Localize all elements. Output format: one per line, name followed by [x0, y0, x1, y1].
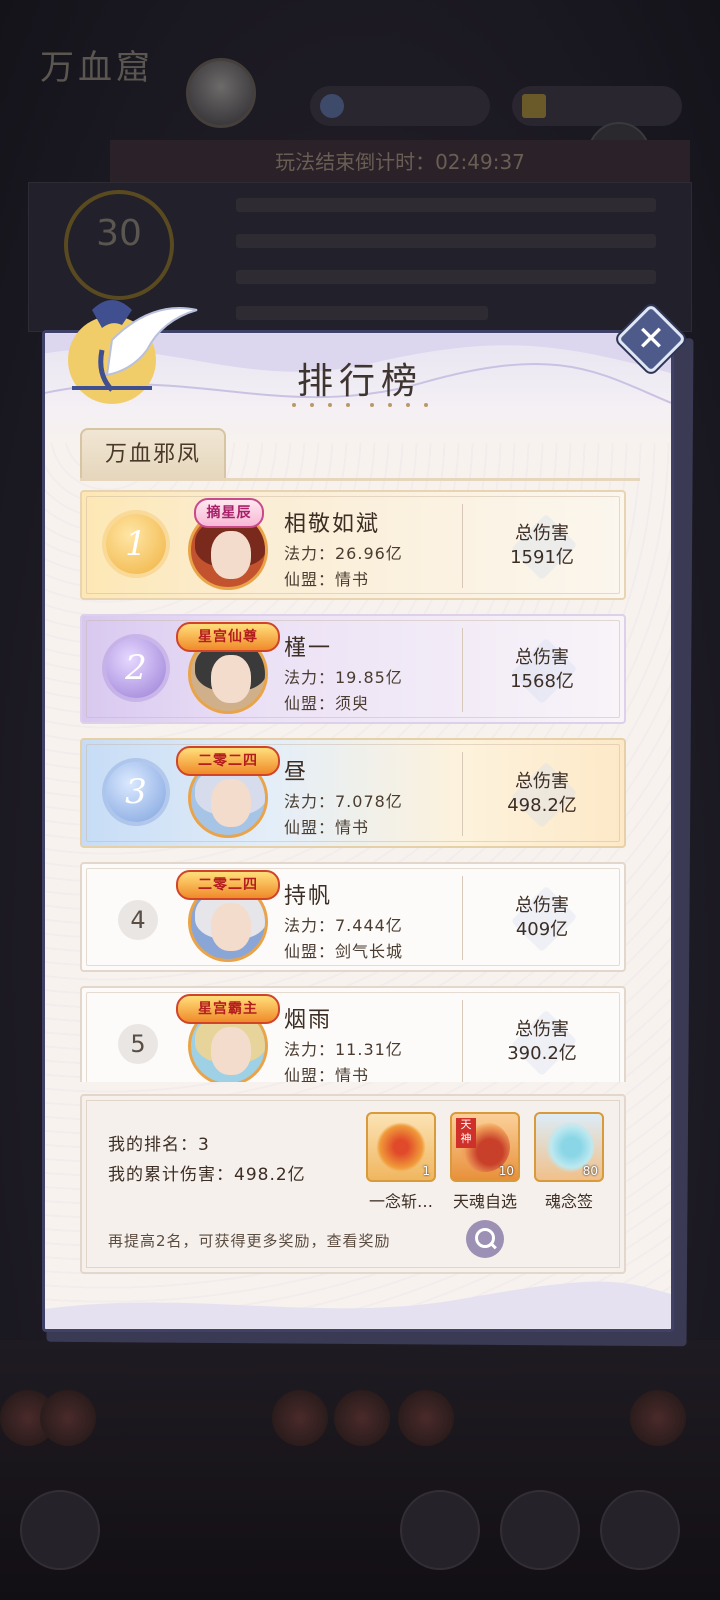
background-bottom-bar — [0, 1340, 720, 1600]
total-damage: 总伤害 1568亿 — [472, 646, 612, 694]
ranking-list[interactable]: 1 摘星辰 相敬如斌 法力：26.96亿 仙盟：情书 总伤害 1591亿 2 星宫… — [80, 490, 626, 1082]
reward-art-icon — [376, 1122, 426, 1172]
background-orb — [40, 1390, 96, 1446]
title-badge: 星宫霸主 — [176, 994, 280, 1024]
damage-label: 总伤害 — [515, 1019, 569, 1040]
background-orb — [630, 1390, 686, 1446]
damage-value: 409亿 — [515, 919, 569, 940]
damage-label: 总伤害 — [515, 523, 569, 544]
reward-tag: 天神 — [456, 1118, 476, 1148]
title-badge: 摘星辰 — [194, 498, 264, 528]
avatar-face — [211, 903, 251, 951]
reward-count: 1 — [422, 1164, 430, 1178]
reward-label: 天魂自选 — [452, 1192, 517, 1211]
reward-item[interactable]: 天神 10 — [450, 1112, 520, 1182]
reward-item[interactable]: 80 — [534, 1112, 604, 1182]
ranking-row[interactable]: 1 摘星辰 相敬如斌 法力：26.96亿 仙盟：情书 总伤害 1591亿 — [80, 490, 626, 600]
event-countdown: 玩法结束倒计时：02:49:37 — [110, 140, 690, 184]
bottom-wave-decoration — [45, 1281, 671, 1329]
background-title: 万血窟 — [40, 48, 154, 88]
player-guild: 仙盟：剑气长城 — [284, 942, 404, 961]
close-icon: ✕ — [636, 319, 666, 359]
player-name: 持帆 — [284, 884, 333, 909]
view-rewards-search-icon[interactable] — [466, 1220, 504, 1258]
total-damage: 总伤害 1591亿 — [472, 522, 612, 570]
currency-1 — [310, 86, 490, 126]
damage-label: 总伤害 — [515, 895, 569, 916]
total-damage: 总伤害 409亿 — [472, 894, 612, 942]
background-back-button — [20, 1490, 100, 1570]
avatar-face — [211, 531, 251, 579]
ranking-row[interactable]: 5 星宫霸主 烟雨 法力：11.31亿 仙盟：情书 总伤害 390.2亿 — [80, 986, 626, 1082]
ranking-row[interactable]: 2 星宫仙尊 槿一 法力：19.85亿 仙盟：须臾 总伤害 1568亿 — [80, 614, 626, 724]
player-guild: 仙盟：情书 — [284, 818, 370, 837]
background-orb — [334, 1390, 390, 1446]
player-power: 法力：26.96亿 — [284, 544, 403, 563]
damage-value: 1568亿 — [510, 671, 574, 692]
lightning-icon — [522, 94, 546, 118]
player-power: 法力：11.31亿 — [284, 1040, 403, 1059]
title-badge: 二零二四 — [176, 870, 280, 900]
background-nav-button — [500, 1490, 580, 1570]
title-badge: 星宫仙尊 — [176, 622, 280, 652]
player-avatar — [186, 58, 256, 128]
tab-underline — [80, 478, 640, 481]
total-damage: 总伤害 498.2亿 — [472, 770, 612, 818]
reward-label: 一念斩… — [368, 1192, 433, 1211]
rank-medal-gold: 1 — [106, 514, 166, 574]
background-orb — [398, 1390, 454, 1446]
spirit-stone-icon — [320, 94, 344, 118]
rank-medal-bronze: 3 — [106, 762, 166, 822]
avatar-face — [211, 1027, 251, 1075]
avatar-face — [211, 779, 251, 827]
ranking-row-self[interactable]: 3 二零二四 昼 法力：7.078亿 仙盟：情书 总伤害 498.2亿 — [80, 738, 626, 848]
my-damage: 我的累计伤害：498.2亿 — [108, 1165, 306, 1185]
player-power: 法力：7.444亿 — [284, 916, 403, 935]
player-power: 法力：7.078亿 — [284, 792, 403, 811]
row-divider — [462, 752, 463, 836]
my-rank: 我的排名：3 — [108, 1135, 210, 1155]
background-nav-button — [400, 1490, 480, 1570]
title-badge: 二零二四 — [176, 746, 280, 776]
damage-value: 1591亿 — [510, 547, 574, 568]
currency-2 — [512, 86, 682, 126]
damage-label: 总伤害 — [515, 771, 569, 792]
rank-medal-silver: 2 — [106, 638, 166, 698]
total-damage: 总伤害 390.2亿 — [472, 1018, 612, 1066]
title-ornament — [292, 403, 428, 407]
avatar-face — [211, 655, 251, 703]
rank-number: 5 — [118, 1024, 158, 1064]
player-guild: 仙盟：须臾 — [284, 694, 370, 713]
row-divider — [462, 1000, 463, 1082]
player-name: 烟雨 — [284, 1008, 333, 1033]
damage-label: 总伤害 — [515, 647, 569, 668]
background-orb — [272, 1390, 328, 1446]
player-name: 昼 — [284, 760, 309, 785]
player-name: 槿一 — [284, 636, 333, 661]
player-power: 法力：19.85亿 — [284, 668, 403, 687]
modal-title: 排行榜 — [296, 361, 423, 402]
reward-count: 80 — [582, 1164, 598, 1178]
reward-hint: 再提高2名，可获得更多奖励，查看奖励 — [108, 1232, 391, 1250]
row-divider — [462, 504, 463, 588]
reward-item[interactable]: 1 — [366, 1112, 436, 1182]
player-guild: 仙盟：情书 — [284, 570, 370, 589]
player-name: 相敬如斌 — [284, 512, 381, 537]
background-text-lines — [236, 198, 656, 342]
tab-boss[interactable]: 万血邪凤 — [80, 428, 226, 480]
rank-number: 4 — [118, 900, 158, 940]
reward-label: 魂念签 — [544, 1192, 593, 1211]
player-guild: 仙盟：情书 — [284, 1066, 370, 1082]
damage-value: 498.2亿 — [507, 795, 577, 816]
row-divider — [462, 876, 463, 960]
background-nav-button — [600, 1490, 680, 1570]
damage-value: 390.2亿 — [507, 1043, 577, 1064]
my-ranking-panel: 我的排名：3 我的累计伤害：498.2亿 1 天神 10 80 一念斩… 天魂自… — [80, 1094, 626, 1274]
ranking-row[interactable]: 4 二零二四 持帆 法力：7.444亿 仙盟：剑气长城 总伤害 409亿 — [80, 862, 626, 972]
reward-count: 10 — [498, 1164, 514, 1178]
row-divider — [462, 628, 463, 712]
